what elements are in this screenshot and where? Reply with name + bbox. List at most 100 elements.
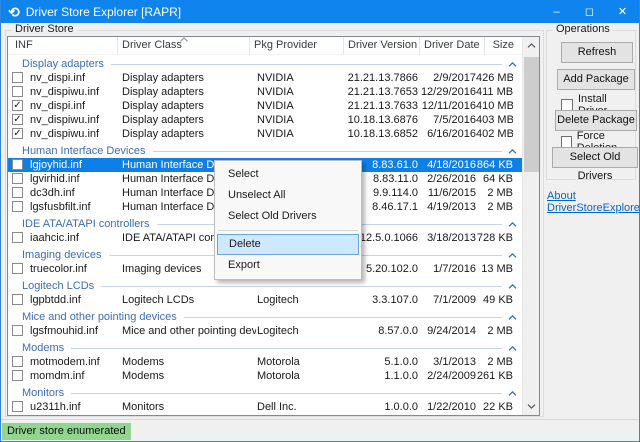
driver-version-cell: 10.18.13.6876 [338, 113, 418, 127]
menu-item-select-old-drivers[interactable]: Select Old Drivers [217, 206, 359, 227]
driver-row[interactable]: lgsfmouhid.infMice and other pointing de… [8, 324, 522, 338]
driver-date-cell: 4/19/2013 [420, 200, 476, 214]
inf-cell: u2311h.inf [30, 400, 120, 414]
row-checkbox[interactable] [12, 187, 23, 198]
collapse-chevron-icon[interactable] [508, 391, 519, 396]
select-old-drivers-button[interactable]: Select Old Drivers [552, 147, 638, 168]
size-cell: 22 KB [476, 400, 513, 414]
group-title: Display adapters [22, 57, 104, 71]
list-header: INF Driver Class Pkg Provider Driver Ver… [8, 37, 522, 55]
inf-cell: lgjoyhid.inf [30, 158, 120, 172]
vertical-scrollbar[interactable] [522, 37, 539, 415]
group-header[interactable]: Monitors [8, 386, 522, 400]
collapse-chevron-icon[interactable] [508, 315, 519, 320]
row-checkbox[interactable] [12, 86, 23, 97]
collapse-chevron-icon[interactable] [508, 346, 519, 351]
titlebar: ⟲ Driver Store Explorer [RAPR] – ◻ ✕ [1, 0, 639, 23]
operations-label: Operations [553, 23, 613, 35]
driver-row[interactable]: motmodem.infModemsMotorola5.1.0.03/1/201… [8, 355, 522, 369]
col-header-pkg-provider[interactable]: Pkg Provider [250, 37, 344, 55]
driver-date-cell: 4/18/2016 [420, 158, 476, 172]
driver-version-cell: 10.18.13.6852 [338, 127, 418, 141]
row-checkbox[interactable] [12, 72, 23, 83]
group-header[interactable]: Mice and other pointing devices [8, 310, 522, 324]
row-checkbox[interactable]: ✓ [12, 114, 23, 125]
row-checkbox[interactable] [12, 263, 23, 274]
row-checkbox[interactable] [12, 173, 23, 184]
driver-row[interactable]: lgpbtdd.infLogitech LCDsLogitech3.3.107.… [8, 293, 522, 307]
size-cell: 403 MB [476, 113, 513, 127]
row-checkbox[interactable] [12, 201, 23, 212]
scroll-down-icon[interactable] [523, 399, 540, 414]
driver-class-cell: Modems [122, 355, 256, 369]
driver-row[interactable]: ✓nv_dispiwu.infDisplay adaptersNVIDIA10.… [8, 127, 522, 141]
col-header-driver-version[interactable]: Driver Version [344, 37, 420, 55]
inf-cell: nv_dispi.inf [30, 99, 120, 113]
driver-row[interactable]: ✓nv_dispiwu.infDisplay adaptersNVIDIA10.… [8, 113, 522, 127]
driver-row[interactable]: u2311h.infMonitorsDell Inc.1.0.0.01/22/2… [8, 400, 522, 414]
about-link[interactable]: About DriverStoreExplorer [547, 190, 640, 214]
group-header[interactable]: Human Interface Devices [8, 144, 522, 158]
size-cell: 410 MB [476, 99, 513, 113]
col-header-inf[interactable]: INF [8, 37, 118, 55]
group-title: Monitors [22, 386, 64, 400]
row-checkbox[interactable] [12, 325, 23, 336]
driver-group: Modemsmotmodem.infModemsMotorola5.1.0.03… [8, 341, 522, 383]
driver-version-cell: 1.0.0.0 [338, 400, 418, 414]
close-button[interactable]: ✕ [606, 0, 639, 23]
collapse-chevron-icon[interactable] [508, 222, 519, 227]
driver-row[interactable]: momdm.infModemsMotorola1.1.0.02/24/20092… [8, 369, 522, 383]
group-underline [101, 286, 502, 287]
group-header[interactable]: Logitech LCDs [8, 279, 522, 293]
inf-cell: lgvirhid.inf [30, 172, 120, 186]
inf-cell: lgpbtdd.inf [30, 293, 120, 307]
row-checkbox[interactable]: ✓ [12, 128, 23, 139]
driver-row[interactable]: ✓nv_dispi.infDisplay adaptersNVIDIA21.21… [8, 99, 522, 113]
scroll-up-icon[interactable] [523, 38, 540, 53]
group-title: Mice and other pointing devices [22, 310, 177, 324]
size-cell: 2 MB [476, 200, 513, 214]
row-checkbox[interactable] [12, 294, 23, 305]
driver-date-cell: 12/11/2016 [420, 99, 476, 113]
scrollbar-thumb[interactable] [524, 57, 539, 172]
driver-group: Monitorsu2311h.infMonitorsDell Inc.1.0.0… [8, 386, 522, 414]
menu-item-delete[interactable]: Delete [217, 234, 359, 255]
group-header[interactable]: Modems [8, 341, 522, 355]
row-checkbox[interactable] [12, 401, 23, 412]
row-checkbox[interactable] [12, 370, 23, 381]
col-header-driver-date[interactable]: Driver Date [420, 37, 485, 55]
row-checkbox[interactable] [12, 356, 23, 367]
driver-row[interactable]: nv_dispiwu.infDisplay adaptersNVIDIA21.2… [8, 85, 522, 99]
group-underline [153, 151, 503, 152]
collapse-chevron-icon[interactable] [508, 284, 519, 289]
driver-date-cell: 7/5/2016 [420, 113, 476, 127]
refresh-button[interactable]: Refresh [561, 42, 633, 63]
group-header[interactable]: Display adapters [8, 57, 522, 71]
collapse-chevron-icon[interactable] [508, 253, 519, 258]
menu-item-select[interactable]: Select [217, 164, 359, 185]
add-package-button[interactable]: Add Package [557, 69, 635, 90]
inf-cell: motmodem.inf [30, 355, 120, 369]
row-checkbox[interactable] [12, 159, 23, 170]
row-checkbox[interactable]: ✓ [12, 100, 23, 111]
driver-group: Mice and other pointing deviceslgsfmouhi… [8, 310, 522, 338]
driver-class-cell: Display adapters [122, 99, 256, 113]
inf-cell: momdm.inf [30, 369, 120, 383]
driver-date-cell: 2/9/2017 [420, 71, 476, 85]
driver-row[interactable]: nv_dispi.infDisplay adaptersNVIDIA21.21.… [8, 71, 522, 85]
inf-cell: dc3dh.inf [30, 186, 120, 200]
collapse-chevron-icon[interactable] [508, 62, 519, 67]
col-header-size[interactable]: Size [485, 37, 522, 55]
sort-ascending-icon [179, 37, 188, 42]
app-window: ⟲ Driver Store Explorer [RAPR] – ◻ ✕ Dri… [0, 0, 640, 442]
minimize-button[interactable]: – [540, 0, 573, 23]
delete-package-button[interactable]: Delete Package [555, 110, 637, 131]
size-cell: 64 KB [476, 172, 513, 186]
maximize-button[interactable]: ◻ [573, 0, 606, 23]
collapse-chevron-icon[interactable] [508, 149, 519, 154]
row-checkbox[interactable] [12, 232, 23, 243]
menu-item-export[interactable]: Export [217, 255, 359, 276]
menu-item-unselect-all[interactable]: Unselect All [217, 185, 359, 206]
col-header-driver-class[interactable]: Driver Class [118, 37, 250, 55]
group-title: Imaging devices [22, 248, 102, 262]
